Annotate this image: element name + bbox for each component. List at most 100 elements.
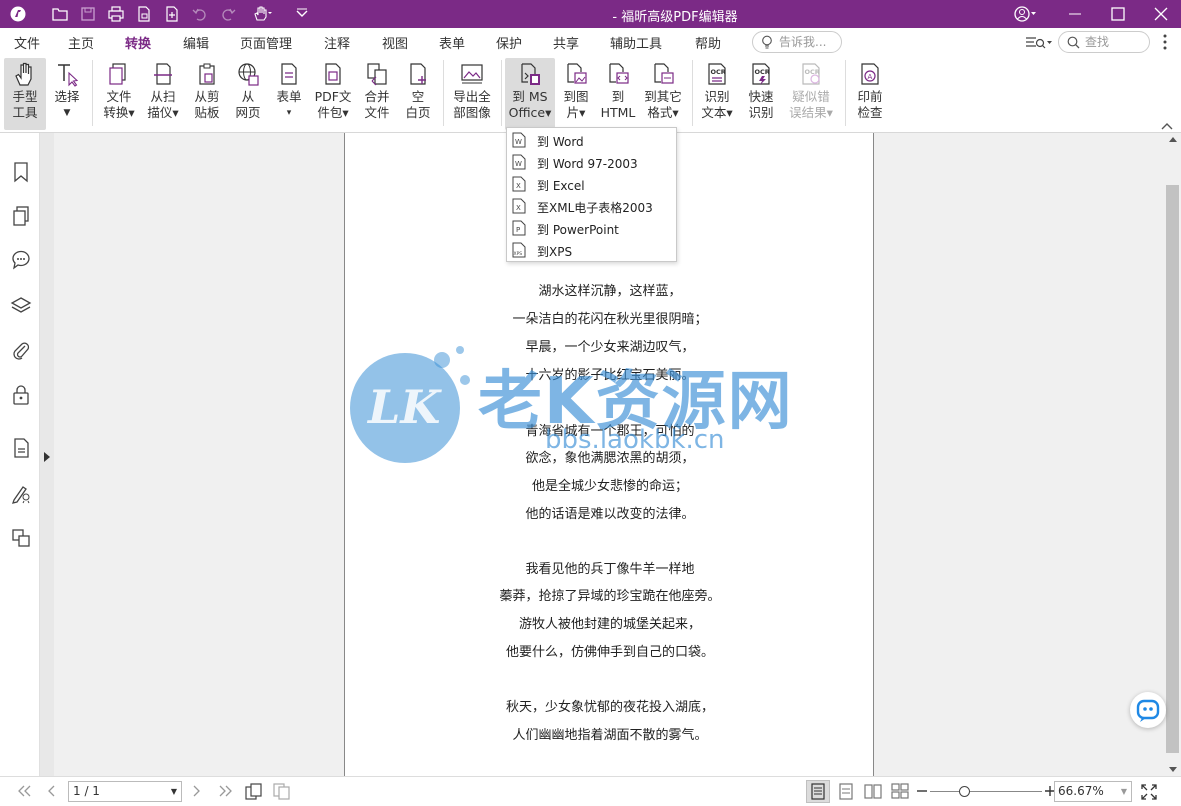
tell-me-input[interactable]: 告诉我... bbox=[752, 31, 842, 53]
first-page-icon[interactable] bbox=[16, 785, 32, 797]
menu-item-to-xml-spreadsheet[interactable]: X 至XML电子表格2003 bbox=[507, 195, 676, 217]
bookmark-icon[interactable] bbox=[10, 161, 32, 183]
compare-icon[interactable] bbox=[10, 527, 32, 549]
last-page-icon[interactable] bbox=[218, 785, 234, 797]
from-webpage-button[interactable]: 从 网页 bbox=[230, 58, 266, 130]
hand-dropdown-icon[interactable] bbox=[250, 4, 276, 24]
menu-item-to-excel[interactable]: X 到 Excel bbox=[507, 173, 676, 195]
layers-icon[interactable] bbox=[10, 295, 32, 317]
continuous-facing-icon[interactable] bbox=[890, 782, 910, 801]
redo-icon[interactable] bbox=[218, 4, 238, 24]
vertical-scrollbar[interactable] bbox=[1164, 133, 1181, 776]
svg-text:A: A bbox=[868, 73, 873, 81]
tab-edit[interactable]: 编辑 bbox=[183, 33, 209, 52]
poem-line: 一朵洁白的花闪在秋光里很阴暗； bbox=[512, 312, 708, 327]
account-icon[interactable] bbox=[1010, 4, 1042, 24]
ocr-icon: OCR bbox=[708, 63, 726, 85]
signature-icon[interactable] bbox=[10, 482, 32, 504]
continuous-view-icon[interactable] bbox=[836, 782, 856, 801]
menu-item-to-word-97[interactable]: W 到 Word 97-2003 bbox=[507, 151, 676, 173]
to-ms-office-button[interactable]: 到 MS Office▾ bbox=[505, 58, 555, 130]
tab-help[interactable]: 帮助 bbox=[695, 33, 721, 52]
svg-text:X: X bbox=[516, 204, 521, 212]
attachment-icon[interactable] bbox=[10, 339, 32, 361]
window-title: - 福昕高级PDF编辑器 bbox=[612, 10, 738, 25]
export-images-button[interactable]: 导出全 部图像 bbox=[449, 58, 495, 130]
form-button[interactable]: 表单 ▾ bbox=[270, 58, 308, 130]
save-icon[interactable] bbox=[78, 4, 98, 24]
form-label-2: ▾ bbox=[286, 108, 292, 118]
collapse-ribbon-icon[interactable] bbox=[1160, 117, 1174, 130]
menu-item-to-word[interactable]: W 到 Word bbox=[507, 129, 676, 151]
pdf-package-button[interactable]: PDF文 件包▾ bbox=[310, 58, 356, 130]
tab-comment[interactable]: 注释 bbox=[324, 33, 350, 52]
tab-form[interactable]: 表单 bbox=[439, 33, 465, 52]
facing-view-icon[interactable] bbox=[863, 782, 883, 801]
search-input[interactable]: 查找 bbox=[1058, 31, 1150, 53]
blank-page-button[interactable]: 空 白页 bbox=[400, 58, 436, 130]
more-options-icon[interactable] bbox=[1160, 33, 1170, 51]
open-folder-icon[interactable] bbox=[50, 4, 70, 24]
paste-page-icon[interactable] bbox=[273, 783, 291, 800]
customize-icon[interactable] bbox=[292, 4, 312, 24]
suspect-results-button[interactable]: OCR 疑似错 误结果▾ bbox=[784, 58, 838, 130]
from-scanner-button[interactable]: 从扫 描仪▾ bbox=[142, 58, 184, 130]
select-tool-button[interactable]: 选择 ▼ bbox=[50, 58, 84, 130]
ribbon-separator bbox=[92, 60, 93, 126]
comments-icon[interactable] bbox=[10, 249, 32, 271]
page-dropdown-icon[interactable]: ▼ bbox=[171, 782, 177, 801]
select-dropdown-icon[interactable]: ▼ bbox=[64, 105, 71, 121]
pages-icon[interactable] bbox=[10, 205, 32, 227]
scroll-down-icon[interactable] bbox=[1168, 766, 1178, 774]
document-properties-icon[interactable] bbox=[10, 437, 32, 459]
poem-line: 欲念，象他满腮浓黑的胡须， bbox=[525, 451, 695, 466]
single-page-view-button[interactable] bbox=[806, 780, 830, 803]
scroll-up-icon[interactable] bbox=[1168, 135, 1178, 143]
preflight-button[interactable]: A 印前 检查 bbox=[852, 58, 888, 130]
from-clipboard-button[interactable]: 从剪 贴板 bbox=[186, 58, 228, 130]
to-html-button[interactable]: 到 HTML bbox=[598, 58, 638, 130]
zoom-slider-track[interactable] bbox=[930, 791, 1042, 792]
to-image-button[interactable]: 到图 片▾ bbox=[558, 58, 594, 130]
tab-home[interactable]: 主页 bbox=[68, 33, 94, 52]
tab-protect[interactable]: 保护 bbox=[496, 33, 522, 52]
create-icon[interactable] bbox=[162, 4, 182, 24]
close-button[interactable] bbox=[1138, 0, 1181, 28]
new-doc-icon[interactable] bbox=[134, 4, 154, 24]
to-other-format-button[interactable]: 到其它 格式▾ bbox=[640, 58, 686, 130]
file-convert-button[interactable]: 文件 转换▾ bbox=[98, 58, 140, 130]
scrollbar-thumb[interactable] bbox=[1166, 185, 1179, 753]
quick-ocr-icon: OCR bbox=[752, 63, 770, 85]
zoom-out-icon[interactable] bbox=[916, 785, 928, 797]
minimize-button[interactable] bbox=[1052, 0, 1098, 28]
tab-organize[interactable]: 页面管理 bbox=[240, 33, 292, 52]
select-text-icon bbox=[58, 64, 79, 87]
tab-convert[interactable]: 转换 bbox=[122, 33, 154, 57]
zoom-slider-thumb[interactable] bbox=[959, 786, 970, 797]
next-page-icon[interactable] bbox=[192, 785, 202, 797]
ocr-text-button[interactable]: OCR 识别 文本▾ bbox=[697, 58, 737, 130]
quick-ocr-button[interactable]: OCR 快速 识别 bbox=[741, 58, 781, 130]
find-options-icon[interactable] bbox=[1025, 34, 1053, 52]
merge-icon bbox=[367, 63, 387, 86]
tab-accessibility[interactable]: 辅助工具 bbox=[610, 33, 662, 52]
tab-view[interactable]: 视图 bbox=[382, 33, 408, 52]
zoom-level-input[interactable]: 66.67% ▼ bbox=[1054, 781, 1132, 802]
undo-icon[interactable] bbox=[190, 4, 210, 24]
maximize-button[interactable] bbox=[1095, 0, 1141, 28]
security-lock-icon[interactable] bbox=[10, 384, 32, 406]
merge-files-button[interactable]: 合并 文件 bbox=[358, 58, 396, 130]
page-number-input[interactable]: 1 / 1 ▼ bbox=[68, 781, 182, 802]
prev-page-icon[interactable] bbox=[46, 785, 56, 797]
expand-panel-icon[interactable] bbox=[43, 451, 51, 463]
zoom-dropdown-icon[interactable]: ▼ bbox=[1121, 782, 1127, 801]
hand-tool-button[interactable]: 手型 工具 bbox=[4, 58, 46, 130]
menu-item-to-xps[interactable]: XPS 到XPS bbox=[507, 239, 676, 261]
copy-page-icon[interactable] bbox=[245, 783, 263, 800]
tab-file[interactable]: 文件 bbox=[14, 33, 40, 52]
print-icon[interactable] bbox=[106, 4, 126, 24]
fullscreen-icon[interactable] bbox=[1140, 783, 1158, 801]
tab-share[interactable]: 共享 bbox=[553, 33, 579, 52]
menu-item-to-powerpoint[interactable]: P 到 PowerPoint bbox=[507, 217, 676, 239]
chat-assistant-button[interactable] bbox=[1130, 692, 1166, 728]
